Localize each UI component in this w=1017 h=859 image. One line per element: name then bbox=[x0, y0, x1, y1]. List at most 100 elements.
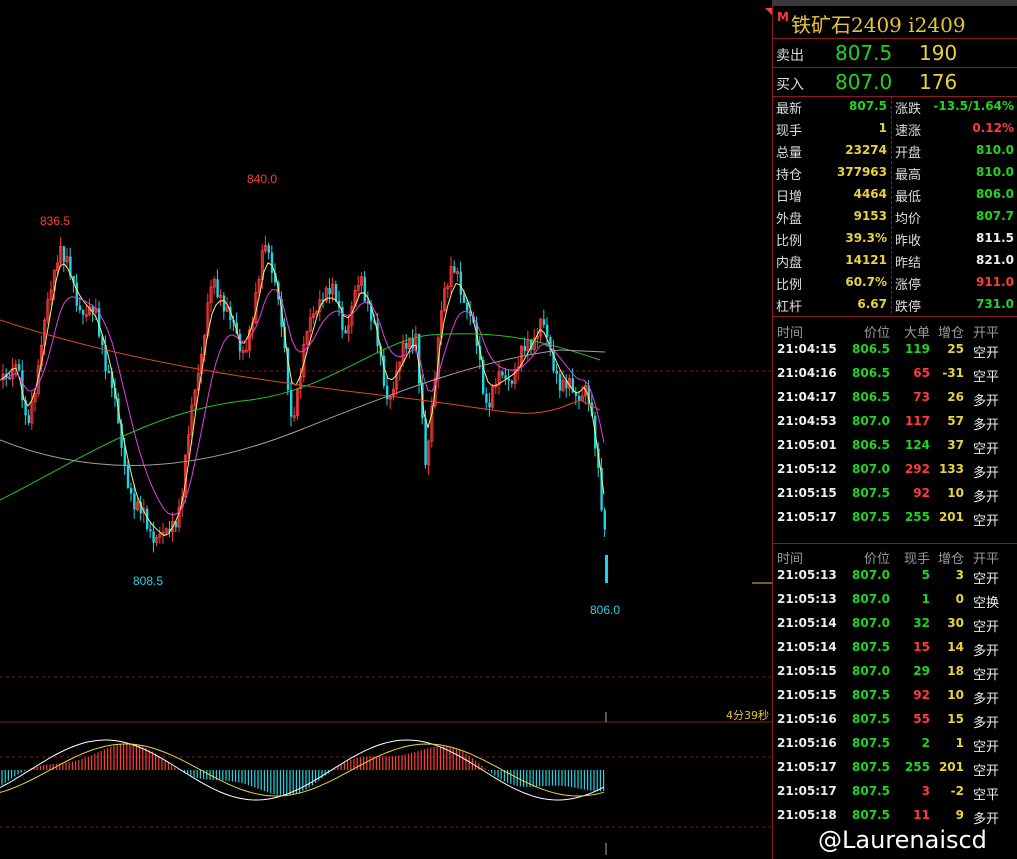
candle-body bbox=[107, 371, 110, 374]
cell-type: 多开 bbox=[973, 812, 1000, 827]
cell-chg: 10 bbox=[947, 486, 964, 500]
cell-qty: 124 bbox=[904, 438, 930, 452]
cell-qty: 65 bbox=[913, 366, 930, 380]
cell-chg: 1 bbox=[955, 736, 964, 750]
ask-label: 卖出 bbox=[776, 48, 804, 64]
candle-body bbox=[222, 295, 226, 312]
cell-price: 807.5 bbox=[852, 510, 890, 524]
table-row[interactable]: 21:04:16 806.5 65 -31 空平 bbox=[773, 364, 1017, 388]
cell-time: 21:05:17 bbox=[777, 510, 837, 524]
stat-right: 均价 807.7 bbox=[773, 206, 1017, 228]
cell-type: 多开 bbox=[973, 644, 1000, 659]
stat-right: 涨跌 -13.5/1.64% bbox=[773, 96, 1017, 118]
table-row[interactable]: 21:05:17 807.5 255 201 空开 bbox=[773, 508, 1017, 532]
column-header: 时间 bbox=[777, 552, 804, 567]
cell-type: 空开 bbox=[973, 764, 1000, 779]
cell-time: 21:04:17 bbox=[777, 390, 837, 404]
cell-chg: 0 bbox=[955, 592, 964, 606]
cell-type: 空开 bbox=[973, 514, 1000, 529]
cell-price: 807.5 bbox=[852, 736, 890, 750]
candle-body bbox=[542, 319, 546, 325]
candle-body bbox=[334, 284, 338, 301]
table-row[interactable]: 21:05:15 807.5 92 10 多开 bbox=[773, 484, 1017, 508]
candle-body bbox=[504, 375, 507, 379]
cell-chg: 37 bbox=[947, 438, 964, 452]
candle-body bbox=[466, 302, 469, 311]
table-row[interactable]: 21:05:13 807.0 1 0 空换 bbox=[773, 590, 1017, 614]
ma-line-magenta bbox=[0, 289, 605, 516]
table-row[interactable]: 21:05:16 807.5 55 15 多开 bbox=[773, 710, 1017, 734]
cell-price: 807.0 bbox=[852, 414, 890, 428]
stat-label: 涨停 bbox=[895, 278, 922, 293]
column-header: 开平 bbox=[973, 552, 1000, 567]
bar-countdown: 4分39秒 bbox=[726, 709, 769, 722]
stats-divider bbox=[891, 96, 892, 314]
stat-right: 跌停 731.0 bbox=[773, 294, 1017, 316]
cell-chg: 15 bbox=[947, 712, 964, 726]
table-row[interactable]: 21:05:15 807.0 29 18 空开 bbox=[773, 662, 1017, 686]
cell-time: 21:05:13 bbox=[777, 592, 837, 606]
stat-right: 涨停 911.0 bbox=[773, 272, 1017, 294]
table-row[interactable]: 21:05:15 807.5 92 10 多开 bbox=[773, 686, 1017, 710]
column-header: 时间 bbox=[777, 326, 804, 341]
table-row[interactable]: 21:05:14 807.0 32 30 空开 bbox=[773, 614, 1017, 638]
table-row[interactable]: 21:04:15 806.5 119 25 空开 bbox=[773, 340, 1017, 364]
cell-time: 21:05:14 bbox=[777, 616, 837, 630]
stat-label: 均价 bbox=[895, 212, 922, 227]
table-row[interactable]: 21:05:13 807.0 5 3 空开 bbox=[773, 566, 1017, 590]
cell-time: 21:04:15 bbox=[777, 342, 837, 356]
instrument-title[interactable]: 铁矿石2409 i2409 bbox=[791, 9, 966, 38]
candle-body bbox=[216, 279, 219, 298]
cell-chg: 133 bbox=[938, 462, 964, 476]
bid-price: 807.0 bbox=[835, 70, 893, 94]
cell-price: 807.0 bbox=[852, 592, 890, 606]
bid-row: 买入 807.0 176 bbox=[773, 68, 1017, 97]
cell-time: 21:05:14 bbox=[777, 640, 837, 654]
kline-chart[interactable]: 836.5 840.0 808.5 806.0 4分39秒 bbox=[0, 0, 772, 859]
kline-chart-canvas[interactable]: 836.5 840.0 808.5 806.0 bbox=[0, 0, 772, 859]
candle-body bbox=[405, 342, 408, 349]
candle-body bbox=[78, 305, 82, 311]
stat-value: 810.0 bbox=[976, 165, 1014, 179]
quote-panel: M 铁矿石2409 i2409 卖出 807.5 190 买入 807.0 17… bbox=[772, 6, 1017, 859]
cell-time: 21:04:16 bbox=[777, 366, 837, 380]
cell-chg: 18 bbox=[947, 664, 964, 678]
table-row[interactable]: 21:05:01 806.5 124 37 空开 bbox=[773, 436, 1017, 460]
stat-label: 涨跌 bbox=[895, 102, 922, 117]
candle-body bbox=[603, 510, 606, 530]
stat-value: 806.0 bbox=[976, 187, 1014, 201]
cell-type: 多开 bbox=[973, 466, 1000, 481]
cell-time: 21:05:18 bbox=[777, 808, 837, 822]
table-row[interactable]: 21:04:53 807.0 117 57 多开 bbox=[773, 412, 1017, 436]
cell-chg: 9 bbox=[955, 808, 964, 822]
cell-time: 21:04:53 bbox=[777, 414, 837, 428]
table-row[interactable]: 21:05:17 807.5 255 201 空开 bbox=[773, 758, 1017, 782]
cell-qty: 92 bbox=[913, 486, 930, 500]
table-row[interactable]: 21:05:14 807.5 15 14 多开 bbox=[773, 638, 1017, 662]
stat-label: 开盘 bbox=[895, 146, 922, 161]
candle-body bbox=[62, 246, 66, 262]
column-header: 开平 bbox=[973, 326, 1000, 341]
stat-right: 昨结 821.0 bbox=[773, 250, 1017, 272]
candle-body bbox=[130, 487, 133, 494]
stat-value: 821.0 bbox=[976, 253, 1014, 267]
cell-time: 21:05:15 bbox=[777, 486, 837, 500]
table-row[interactable]: 21:05:17 807.5 3 -2 空平 bbox=[773, 782, 1017, 806]
column-header: 大单 bbox=[903, 326, 930, 341]
table-row[interactable]: 21:05:16 807.5 2 1 空开 bbox=[773, 734, 1017, 758]
table-row[interactable]: 21:04:17 806.5 73 26 多开 bbox=[773, 388, 1017, 412]
column-header: 现手 bbox=[903, 552, 930, 567]
table-row[interactable]: 21:05:12 807.0 292 133 多开 bbox=[773, 460, 1017, 484]
cell-price: 806.5 bbox=[852, 438, 890, 452]
cell-qty: 292 bbox=[904, 462, 930, 476]
cell-type: 多开 bbox=[973, 716, 1000, 731]
cell-type: 空开 bbox=[973, 346, 1000, 361]
cell-chg: 26 bbox=[947, 390, 964, 404]
bid-volume: 176 bbox=[919, 70, 958, 94]
column-header: 增仓 bbox=[937, 552, 964, 567]
candle-body bbox=[424, 418, 427, 465]
cell-price: 806.5 bbox=[852, 390, 890, 404]
cell-chg: -31 bbox=[942, 366, 964, 380]
ask-price: 807.5 bbox=[835, 41, 893, 65]
cell-qty: 119 bbox=[904, 342, 930, 356]
